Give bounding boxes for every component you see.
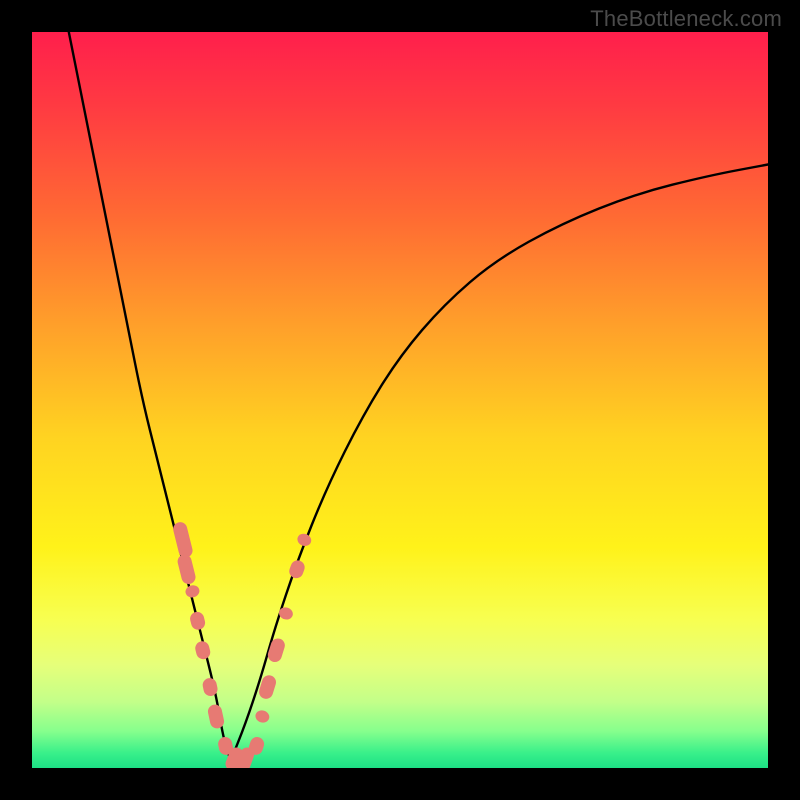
highlight-dot: [189, 610, 207, 631]
curve-right-branch: [231, 164, 768, 760]
plot-area: [32, 32, 768, 768]
highlight-dot: [207, 703, 226, 729]
highlight-dot: [277, 606, 294, 622]
curve-layer: [32, 32, 768, 768]
highlight-dot: [296, 532, 313, 548]
highlight-dot: [172, 521, 194, 559]
chart-frame: TheBottleneck.com: [0, 0, 800, 800]
highlight-dot: [194, 640, 212, 661]
highlight-dot: [176, 553, 197, 585]
highlight-dot: [266, 637, 287, 664]
highlight-dot: [184, 584, 200, 599]
highlight-dot: [287, 558, 306, 580]
highlight-dot: [254, 709, 271, 725]
watermark-text: TheBottleneck.com: [590, 6, 782, 32]
